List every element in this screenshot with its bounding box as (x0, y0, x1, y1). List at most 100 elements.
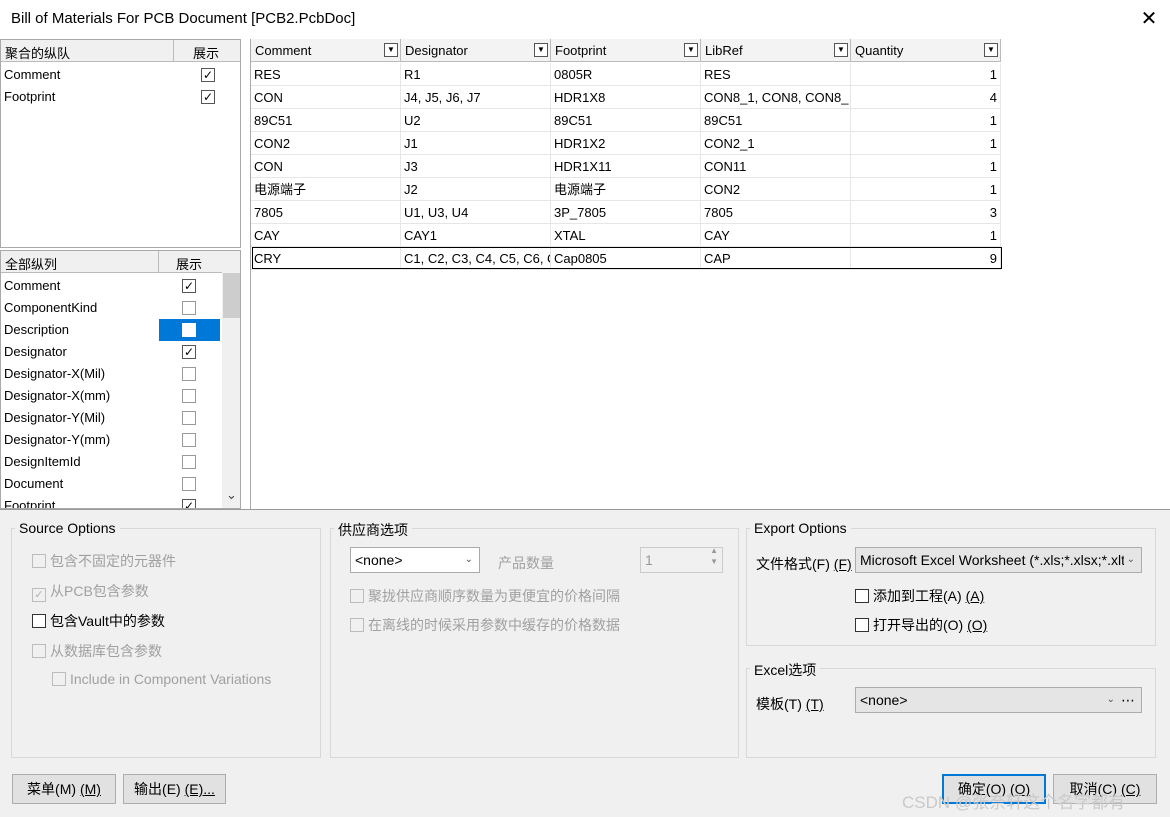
table-cell[interactable]: 0805R (551, 63, 701, 86)
column-item[interactable]: Footprint (1, 495, 55, 508)
grouped-item[interactable]: Footprint (1, 86, 55, 108)
column-item[interactable]: DesignItemId (1, 451, 81, 473)
supplier-price-break-checkbox[interactable]: 聚拢供应商顺序数量为更便宜的价格间隔 (350, 586, 620, 606)
column-item[interactable]: Designator-Y(mm) (1, 429, 110, 451)
column-item-checkbox[interactable]: ✓ (182, 499, 196, 508)
table-cell[interactable]: RES (251, 63, 401, 86)
column-header-footprint[interactable]: Footprint ▼ (551, 39, 701, 62)
table-cell[interactable]: HDR1X8 (551, 86, 701, 109)
column-header-quantity[interactable]: Quantity ▼ (851, 39, 1001, 62)
table-cell[interactable]: CON2 (701, 178, 851, 201)
table-cell[interactable]: J3 (401, 155, 551, 178)
grouped-item-checkbox[interactable]: ✓ (201, 90, 215, 104)
table-cell[interactable]: CRY (251, 247, 401, 270)
include-variations-checkbox[interactable]: Include in Component Variations (52, 671, 271, 687)
table-cell[interactable]: 1 (851, 178, 1001, 201)
stepper-arrows-icon[interactable]: ▲ ▼ (710, 548, 718, 567)
table-cell[interactable]: XTAL (551, 224, 701, 247)
table-cell[interactable]: CAY (701, 224, 851, 247)
column-item[interactable]: ComponentKind (1, 297, 97, 319)
table-cell[interactable]: 3 (851, 201, 1001, 224)
filter-dropdown-icon[interactable]: ▼ (384, 43, 398, 57)
table-cell[interactable]: 1 (851, 224, 1001, 247)
column-item[interactable]: Comment (1, 275, 60, 297)
table-cell[interactable]: 1 (851, 155, 1001, 178)
grouped-item[interactable]: Comment (1, 64, 60, 86)
table-cell[interactable]: 电源端子 (551, 178, 701, 201)
filter-dropdown-icon[interactable]: ▼ (984, 43, 998, 57)
column-header-designator[interactable]: Designator ▼ (401, 39, 551, 62)
table-cell[interactable]: CAY (251, 224, 401, 247)
table-cell[interactable]: CON (251, 86, 401, 109)
table-cell[interactable]: U2 (401, 109, 551, 132)
filter-dropdown-icon[interactable]: ▼ (534, 43, 548, 57)
table-cell[interactable]: CAP (701, 247, 851, 270)
column-item[interactable]: Designator-X(mm) (1, 385, 110, 407)
file-format-select[interactable]: Microsoft Excel Worksheet (*.xls;*.xlsx;… (855, 547, 1142, 573)
table-cell[interactable]: 89C51 (251, 109, 401, 132)
export-button[interactable]: 输出(E) (E)... (123, 774, 226, 804)
table-cell[interactable]: J1 (401, 132, 551, 155)
table-cell[interactable]: 89C51 (551, 109, 701, 132)
table-cell[interactable]: C1, C2, C3, C4, C5, C6, C (401, 247, 551, 270)
table-cell[interactable]: 1 (851, 109, 1001, 132)
table-cell[interactable]: 9 (851, 247, 1001, 270)
table-cell[interactable]: HDR1X11 (551, 155, 701, 178)
table-cell[interactable]: CON (251, 155, 401, 178)
column-item-checkbox[interactable] (182, 301, 196, 315)
table-cell[interactable]: 1 (851, 132, 1001, 155)
column-item-checkbox[interactable] (182, 455, 196, 469)
grouped-item-checkbox[interactable]: ✓ (201, 68, 215, 82)
column-item[interactable]: Document (1, 473, 63, 495)
scrollbar-thumb[interactable] (223, 273, 240, 318)
include-db-params-checkbox[interactable]: 从数据库包含参数 (32, 641, 162, 661)
menu-button[interactable]: 菜单(M) (M) (12, 774, 116, 804)
table-cell[interactable]: J2 (401, 178, 551, 201)
table-cell[interactable]: J4, J5, J6, J7 (401, 86, 551, 109)
column-header-libref[interactable]: LibRef ▼ (701, 39, 851, 62)
column-item-checkbox[interactable] (182, 389, 196, 403)
column-item[interactable]: Designator-X(Mil) (1, 363, 105, 385)
scroll-down-icon[interactable]: ⌄ (223, 487, 240, 505)
table-cell[interactable]: R1 (401, 63, 551, 86)
column-item[interactable]: Designator (1, 341, 67, 363)
supplier-select[interactable]: <none> ⌄ (350, 547, 480, 573)
column-item-checkbox[interactable]: ✓ (182, 345, 196, 359)
table-cell[interactable]: CON2 (251, 132, 401, 155)
include-pcb-params-checkbox[interactable]: ✓ 从PCB包含参数 (32, 581, 149, 602)
table-cell[interactable]: 电源端子 (251, 178, 401, 201)
column-item[interactable]: Description (1, 319, 69, 341)
table-cell[interactable]: 7805 (251, 201, 401, 224)
column-item-checkbox[interactable] (182, 477, 196, 491)
close-icon[interactable]: ✕ (1134, 4, 1164, 34)
column-item-checkbox[interactable] (182, 323, 196, 337)
cached-price-data-checkbox[interactable]: 在离线的时候采用参数中缓存的价格数据 (350, 615, 620, 635)
table-cell[interactable]: 89C51 (701, 109, 851, 132)
include-vault-params-checkbox[interactable]: 包含Vault中的参数 (32, 611, 165, 631)
table-cell[interactable]: Cap0805 (551, 247, 701, 270)
template-select[interactable]: <none> ⌄ ⋯ (855, 687, 1142, 713)
table-cell[interactable]: CAY1 (401, 224, 551, 247)
column-item-checkbox[interactable] (182, 411, 196, 425)
table-cell[interactable]: 7805 (701, 201, 851, 224)
more-options-icon[interactable]: ⋯ (1121, 688, 1135, 712)
add-to-project-checkbox[interactable]: 添加到工程(A) (A) (855, 586, 984, 606)
column-item-checkbox[interactable] (182, 433, 196, 447)
column-header-comment[interactable]: Comment ▼ (251, 39, 401, 62)
column-item-checkbox[interactable] (182, 367, 196, 381)
table-cell[interactable]: HDR1X2 (551, 132, 701, 155)
table-cell[interactable]: 4 (851, 86, 1001, 109)
table-cell[interactable]: CON11 (701, 155, 851, 178)
open-exported-checkbox[interactable]: 打开导出的(O) (O) (855, 615, 987, 635)
include-unfixed-checkbox[interactable]: 包含不固定的元器件 (32, 551, 176, 571)
column-item-checkbox[interactable]: ✓ (182, 279, 196, 293)
table-cell[interactable]: 1 (851, 63, 1001, 86)
table-cell[interactable]: 3P_7805 (551, 201, 701, 224)
table-cell[interactable]: RES (701, 63, 851, 86)
product-quantity-stepper[interactable]: 1 ▲ ▼ (640, 547, 723, 573)
column-item[interactable]: Designator-Y(Mil) (1, 407, 105, 429)
table-cell[interactable]: CON8_1, CON8, CON8_ (701, 86, 851, 109)
table-cell[interactable]: U1, U3, U4 (401, 201, 551, 224)
filter-dropdown-icon[interactable]: ▼ (834, 43, 848, 57)
filter-dropdown-icon[interactable]: ▼ (684, 43, 698, 57)
